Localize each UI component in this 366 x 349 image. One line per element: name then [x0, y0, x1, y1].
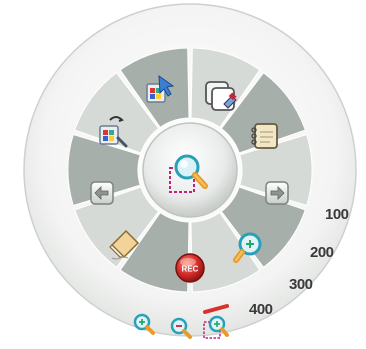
notepad-icon [251, 123, 278, 149]
radial-toolbar: REC [23, 3, 357, 339]
rec-icon: REC [175, 253, 205, 283]
arrow-left-icon [90, 181, 114, 205]
zoom-level-100[interactable]: 100 [325, 206, 349, 223]
zoom-level-200[interactable]: 200 [310, 244, 334, 261]
arrow-right-icon [265, 181, 289, 205]
rec-label: REC [182, 265, 199, 274]
center-zoom-button[interactable] [142, 122, 238, 218]
zoom-level-300[interactable]: 300 [289, 276, 313, 293]
zoom-level-400[interactable]: 400 [249, 301, 273, 318]
